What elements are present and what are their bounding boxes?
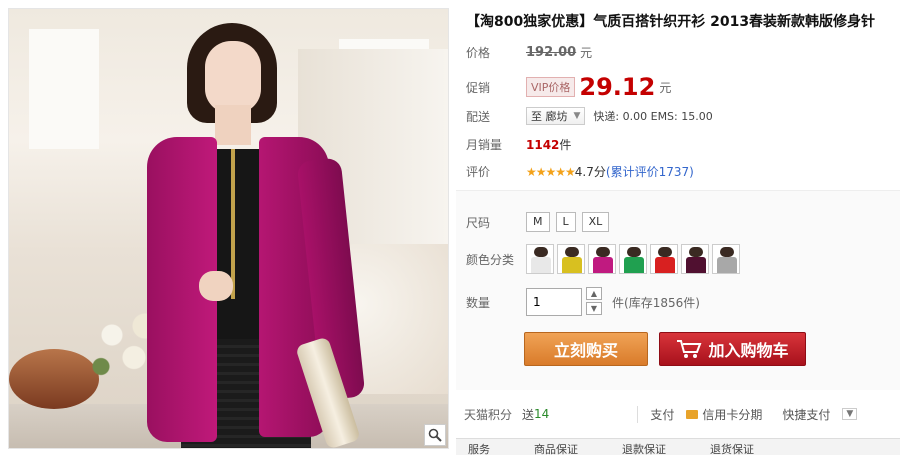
size-label: 尺码 <box>466 215 491 230</box>
size-row: 尺码 M L XL <box>466 212 615 232</box>
quantity-input[interactable] <box>526 288 582 316</box>
delivery-destination: 至 廊坊 <box>531 110 568 123</box>
points-text: 送 <box>522 407 535 422</box>
tab-refund[interactable]: 退款保证 <box>610 439 678 456</box>
add-to-cart-label: 加入购物车 <box>708 341 789 360</box>
swatch-hair <box>689 247 703 257</box>
add-to-cart-button[interactable]: 加入购物车 <box>659 332 806 366</box>
decrement-icon[interactable]: ▼ <box>586 302 602 315</box>
quantity-row: 数量 ▲ ▼ 件 (库存1856件) <box>466 287 700 317</box>
increment-icon[interactable]: ▲ <box>586 287 602 300</box>
color-row: 颜色分类 <box>466 244 743 274</box>
product-title: 【淘800独家优惠】气质百搭针织开衫 2013春装新款韩版修身针 <box>466 14 876 30</box>
vip-price-tag: VIP价格 <box>526 77 576 97</box>
chevron-down-icon[interactable]: ▼ <box>842 408 858 420</box>
pay-label: 支付 <box>637 405 674 423</box>
swatch-color <box>717 257 737 273</box>
quantity-unit: 件 <box>612 295 625 310</box>
color-swatch-4[interactable] <box>650 244 678 274</box>
product-image[interactable] <box>8 8 449 449</box>
points-value: 14 <box>534 407 550 421</box>
rating-score: 4.7分 <box>574 165 606 179</box>
delivery-destination-select[interactable]: 至 廊坊 ▼ <box>526 107 586 125</box>
promo-row: 促销 VIP价格 29.12 元 <box>466 73 671 101</box>
zoom-icon[interactable] <box>424 424 446 446</box>
swatch-hair <box>596 247 610 257</box>
color-swatch-0[interactable] <box>526 244 554 274</box>
color-label: 颜色分类 <box>466 252 515 267</box>
sales-label: 月销量 <box>466 138 503 152</box>
model-face <box>205 41 261 113</box>
swatch-hair <box>658 247 672 257</box>
review-count-link[interactable]: (累计评价1737) <box>606 163 694 180</box>
swatch-color <box>686 257 706 273</box>
quantity-stepper[interactable]: ▲ ▼ <box>586 287 602 317</box>
review-label: 评价 <box>466 165 491 179</box>
review-row: 评价 ★★★★★ 4.7分 (累计评价1737) <box>466 163 694 180</box>
detail-tabs: 服务 商品保证 退款保证 退货保证 <box>456 438 900 456</box>
price-unit: 元 <box>580 46 593 60</box>
sales-row: 月销量 1142 件 <box>466 136 571 153</box>
swatch-color <box>531 257 551 273</box>
tab-service[interactable]: 服务 <box>456 439 502 456</box>
promo-price: 29.12 <box>579 73 656 101</box>
sales-unit: 件 <box>559 138 572 152</box>
color-swatches <box>526 244 743 274</box>
cart-icon <box>677 340 702 358</box>
delivery-label: 配送 <box>466 109 491 124</box>
size-option-m[interactable]: M <box>526 212 550 232</box>
model-hand <box>199 271 233 301</box>
bg-window <box>29 29 99 149</box>
swatch-hair <box>720 247 734 257</box>
chevron-down-icon: ▼ <box>573 111 581 121</box>
points-label: 天猫积分 <box>464 407 513 422</box>
price-row: 价格 192.00 元 <box>466 44 592 61</box>
quick-pay[interactable]: 快捷支付 <box>782 406 830 423</box>
tab-return[interactable]: 退货保证 <box>698 439 766 456</box>
color-swatch-5[interactable] <box>681 244 709 274</box>
swatch-hair <box>534 247 548 257</box>
delivery-row: 配送 至 廊坊 ▼ 快递: 0.00 EMS: 15.00 <box>466 107 713 125</box>
stock-count: (库存1856件) <box>624 295 700 310</box>
color-swatch-1[interactable] <box>557 244 585 274</box>
model-neck <box>215 105 251 145</box>
original-price: 192.00 <box>526 45 577 60</box>
monthly-sales-count: 1142 <box>526 137 560 152</box>
swatch-hair <box>627 247 641 257</box>
swatch-hair <box>565 247 579 257</box>
size-option-l[interactable]: L <box>555 212 576 232</box>
buy-now-button[interactable]: 立刻购买 <box>524 332 648 366</box>
color-swatch-2[interactable] <box>588 244 616 274</box>
price-label: 价格 <box>466 46 491 60</box>
promo-label: 促销 <box>466 80 491 95</box>
rating-stars-icon: ★★★★★ <box>526 164 576 179</box>
swatch-color <box>593 257 613 273</box>
promo-unit: 元 <box>659 80 672 95</box>
quantity-label: 数量 <box>466 295 491 310</box>
credit-installment[interactable]: 信用卡分期 <box>702 406 762 423</box>
footer-bar: 天猫积分 送 14 支付 信用卡分期 快捷支付 ▼ <box>456 398 900 430</box>
color-swatch-3[interactable] <box>619 244 647 274</box>
swatch-color <box>562 257 582 273</box>
credit-card-icon <box>686 409 699 419</box>
tab-guarantee[interactable]: 商品保证 <box>522 439 590 456</box>
swatch-color <box>624 257 644 273</box>
shipping-fees: 快递: 0.00 EMS: 15.00 <box>593 110 713 123</box>
color-swatch-6[interactable] <box>712 244 740 274</box>
size-option-xl[interactable]: XL <box>581 212 610 232</box>
swatch-color <box>655 257 675 273</box>
necklace <box>231 149 235 299</box>
